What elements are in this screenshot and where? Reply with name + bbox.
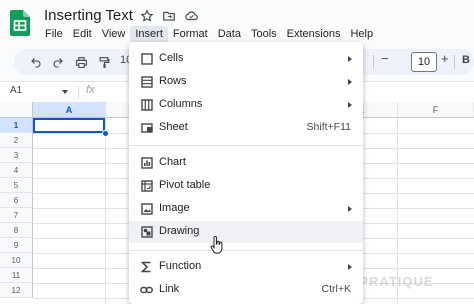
image-icon <box>140 202 153 215</box>
cells-icon <box>140 52 153 65</box>
menu-item-cells[interactable]: Cells <box>129 48 363 70</box>
star-icon[interactable] <box>139 8 155 24</box>
submenu-arrow-icon <box>348 79 352 85</box>
row-header[interactable]: 10 <box>0 253 33 268</box>
move-folder-icon[interactable] <box>161 8 177 24</box>
row-header[interactable]: 3 <box>0 148 33 163</box>
row-header[interactable]: 11 <box>0 268 33 283</box>
cloud-status-icon[interactable] <box>183 8 199 24</box>
menu-item-sheet[interactable]: Sheet Shift+F11 <box>129 117 363 139</box>
column-header-a[interactable]: A <box>33 102 106 118</box>
menu-item-columns[interactable]: Columns <box>129 94 363 116</box>
menu-item-rows[interactable]: Rows <box>129 71 363 93</box>
menu-item-link[interactable]: Link Ctrl+K <box>129 279 363 301</box>
paint-format-icon[interactable] <box>96 54 112 70</box>
row-header[interactable]: 6 <box>0 193 33 208</box>
chevron-down-icon[interactable] <box>62 90 68 94</box>
document-title[interactable]: Inserting Text <box>44 7 133 24</box>
menu-item-pivot-table[interactable]: Pivot table <box>129 175 363 197</box>
redo-icon[interactable] <box>50 54 66 70</box>
fx-icon: fx <box>86 84 95 96</box>
menu-item-function[interactable]: Function <box>129 256 363 278</box>
row-header[interactable]: 4 <box>0 163 33 178</box>
menu-file[interactable]: File <box>40 26 68 44</box>
drawing-icon <box>140 225 153 238</box>
row-header[interactable]: 8 <box>0 223 33 238</box>
menu-view[interactable]: View <box>97 26 131 44</box>
submenu-arrow-icon <box>348 56 352 62</box>
undo-icon[interactable] <box>28 54 44 70</box>
insert-menu-dropdown: Cells Rows Columns Sheet Shift+F11 Chart… <box>129 42 363 304</box>
shortcut-label: Shift+F11 <box>306 121 351 133</box>
submenu-arrow-icon <box>348 102 352 108</box>
menu-item-chart[interactable]: Chart <box>129 152 363 174</box>
shortcut-label: Ctrl+K <box>321 283 351 295</box>
name-box[interactable]: A1 <box>10 85 22 96</box>
row-header[interactable]: 2 <box>0 133 33 148</box>
menu-edit[interactable]: Edit <box>68 26 97 44</box>
select-all-corner[interactable] <box>0 102 33 118</box>
row-header[interactable]: 9 <box>0 238 33 253</box>
columns-icon <box>140 98 153 111</box>
column-header-f[interactable]: F <box>398 102 474 118</box>
print-icon[interactable] <box>73 54 89 70</box>
hand-pointer-cursor-icon <box>210 235 224 254</box>
menu-item-drawing[interactable]: Drawing <box>129 221 363 243</box>
increase-font-size-button[interactable]: + <box>441 51 449 66</box>
submenu-arrow-icon <box>348 206 352 212</box>
pivot-table-icon <box>140 179 153 192</box>
function-sigma-icon <box>140 260 153 273</box>
decrease-font-size-button[interactable]: − <box>381 51 389 66</box>
chart-icon <box>140 156 153 169</box>
row-header[interactable]: 5 <box>0 178 33 193</box>
menu-item-image[interactable]: Image <box>129 198 363 220</box>
sheet-icon <box>140 121 153 134</box>
link-icon <box>140 283 153 296</box>
row-header[interactable]: 12 <box>0 283 33 298</box>
font-size-input[interactable]: 10 <box>411 52 437 72</box>
row-header[interactable]: 1 <box>0 118 33 133</box>
submenu-arrow-icon <box>348 264 352 270</box>
active-cell-a1[interactable] <box>33 118 105 133</box>
row-header[interactable]: 7 <box>0 208 33 223</box>
bold-button[interactable]: B <box>462 54 470 66</box>
google-sheets-logo[interactable] <box>10 10 30 36</box>
fill-handle[interactable] <box>102 130 109 137</box>
rows-icon <box>140 75 153 88</box>
